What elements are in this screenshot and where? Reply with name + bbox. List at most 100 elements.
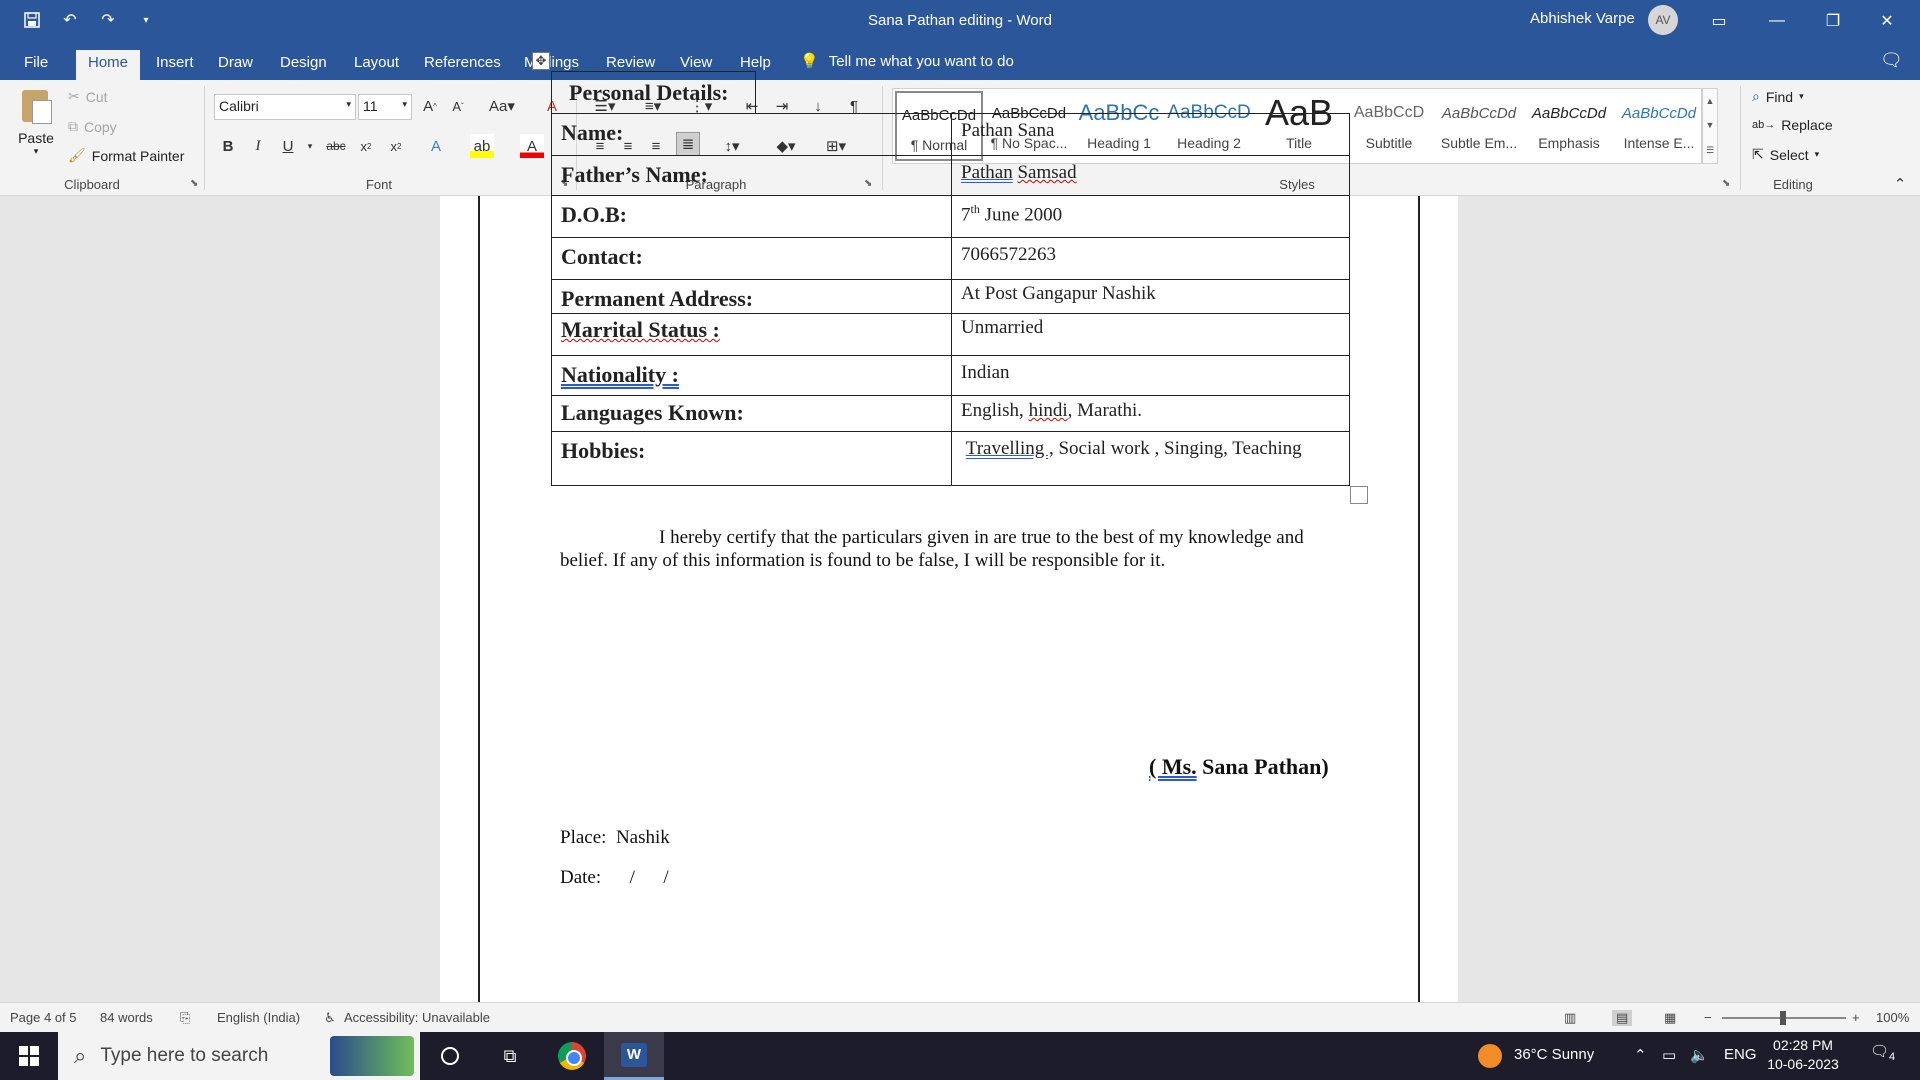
paste-button[interactable]: Paste ▾	[14, 86, 58, 157]
more-styles-icon[interactable]: ☰	[1706, 145, 1714, 156]
restore-icon[interactable]: ❐	[1808, 0, 1858, 42]
value-part: hindi	[1028, 400, 1068, 421]
format-painter-label: Format Painter	[91, 147, 185, 164]
tab-layout[interactable]: Layout	[342, 50, 411, 80]
replace-button[interactable]: ab→ Replace	[1752, 117, 1833, 133]
value-part: , Marathi.	[1067, 400, 1143, 421]
style-name: Subtitle	[1365, 135, 1413, 151]
select-button[interactable]: ⇱ Select ▾	[1752, 146, 1819, 163]
language-status[interactable]: English (India)	[217, 1010, 300, 1025]
row-label: Languages Known:	[551, 395, 952, 432]
read-mode-icon[interactable]: ▥	[1564, 1010, 1576, 1026]
zoom-level[interactable]: 100%	[1876, 1010, 1909, 1025]
chrome-taskbar-icon[interactable]	[542, 1032, 602, 1080]
battery-icon[interactable]: ▭	[1662, 1046, 1676, 1064]
paste-dropdown-icon[interactable]: ▾	[14, 146, 58, 157]
style-emphasis[interactable]: AaBbCcDd Emphasis	[1525, 91, 1613, 161]
section-heading: Personal Details:	[551, 71, 756, 113]
row-value: Indian	[951, 355, 1350, 396]
copy-button[interactable]: ⧉ Copy	[68, 118, 117, 135]
change-case-icon[interactable]: Aa▾	[484, 94, 520, 118]
font-name-dropdown[interactable]: Calibri ▾	[214, 94, 356, 120]
styles-gallery-scroll[interactable]: ▲ ▼ ☰	[1702, 88, 1718, 164]
proofing-icon[interactable]: ⎘	[180, 1010, 190, 1026]
weather-text[interactable]: 36°C Sunny	[1514, 1046, 1594, 1063]
system-clock[interactable]: 02:28 PM 10-06-2023	[1762, 1036, 1844, 1074]
style-intense-emphasis[interactable]: AaBbCcDd Intense E...	[1615, 91, 1703, 161]
multitask-icon[interactable]: ⧉	[480, 1032, 540, 1080]
underline-dropdown-icon[interactable]: ▾	[298, 134, 322, 158]
chevron-down-icon[interactable]: ▼	[1706, 120, 1715, 130]
replace-icon: ab→	[1752, 119, 1776, 131]
date-label: Date:	[560, 867, 602, 888]
zoom-in-icon[interactable]: +	[1852, 1010, 1860, 1025]
tab-references[interactable]: References	[412, 50, 513, 80]
chevron-up-icon[interactable]: ⌃	[1634, 1046, 1647, 1064]
find-button[interactable]: ⌕ Find ▾	[1752, 88, 1804, 105]
subscript-icon[interactable]: x2	[354, 134, 378, 158]
table-row: Hobbies: Travelling , Social work , Sing…	[551, 431, 1350, 486]
chevron-up-icon[interactable]: ▲	[1706, 96, 1715, 106]
underline-icon[interactable]: U	[276, 134, 300, 158]
minimize-icon[interactable]: —	[1752, 0, 1802, 42]
word-count[interactable]: 84 words	[100, 1010, 153, 1025]
styles-launcher-icon[interactable]: ⬊	[1722, 178, 1730, 189]
style-subtle-emphasis[interactable]: AaBbCcDd Subtle Em...	[1435, 91, 1523, 161]
tab-draw[interactable]: Draw	[206, 50, 265, 80]
print-layout-icon[interactable]: ▤	[1612, 1010, 1633, 1026]
zoom-out-icon[interactable]: −	[1704, 1010, 1712, 1025]
strikethrough-icon[interactable]: abc	[324, 134, 348, 158]
tab-file[interactable]: File	[12, 50, 60, 80]
comments-icon[interactable]: 🗨	[1880, 50, 1903, 71]
clock-date: 10-06-2023	[1767, 1056, 1839, 1072]
format-painter-button[interactable]: 🖌 Format Painter	[68, 147, 184, 164]
label-text: Nationality :	[561, 362, 679, 387]
signature-part: Sana Pathan)	[1196, 754, 1329, 779]
notifications-icon[interactable]: 🗨4	[1870, 1042, 1895, 1063]
group-divider	[204, 86, 205, 190]
table-move-handle-icon[interactable]: ✥	[532, 52, 550, 70]
collapse-ribbon-icon[interactable]: ⌃	[1888, 172, 1912, 196]
font-color-icon[interactable]: A	[520, 134, 544, 158]
tab-home[interactable]: Home	[76, 50, 141, 80]
tab-insert[interactable]: Insert	[144, 50, 206, 80]
account-name[interactable]: Abhishek Varpe	[1530, 10, 1635, 27]
ribbon-display-options-icon[interactable]: ▭	[1694, 0, 1744, 42]
clipboard-launcher-icon[interactable]: ⬊	[190, 178, 198, 189]
speaker-icon[interactable]: 🔈	[1690, 1046, 1709, 1064]
row-value: At Post Gangapur Nashik	[951, 279, 1350, 314]
text-effects-icon[interactable]: A	[424, 134, 448, 158]
task-view-icon[interactable]	[420, 1032, 480, 1080]
input-language[interactable]: ENG	[1724, 1046, 1757, 1063]
grow-font-icon[interactable]: A ^	[418, 94, 442, 118]
weather-icon[interactable]	[1478, 1044, 1502, 1068]
taskbar-search[interactable]: ⌕ Type here to search	[58, 1032, 420, 1080]
style-sample: AaBbCcDd	[1621, 104, 1697, 122]
font-size-value: 11	[363, 98, 378, 114]
search-highlight-icon	[330, 1036, 414, 1076]
page-count[interactable]: Page 4 of 5	[10, 1010, 77, 1025]
zoom-slider-thumb[interactable]	[1780, 1011, 1786, 1025]
accessibility-status[interactable]: Accessibility: Unavailable	[344, 1010, 490, 1025]
shrink-font-icon[interactable]: Aˇ	[446, 94, 470, 118]
close-icon[interactable]: ✕	[1862, 0, 1912, 42]
superscript-icon[interactable]: x2	[384, 134, 408, 158]
tell-me-search[interactable]: 💡 Tell me what you want to do	[800, 52, 1014, 71]
start-button[interactable]	[0, 1032, 58, 1080]
table-resize-handle[interactable]	[1350, 486, 1368, 504]
lightbulb-icon: 💡	[800, 53, 819, 70]
highlight-color-icon[interactable]: ab	[470, 134, 494, 158]
avatar[interactable]: AV	[1648, 5, 1678, 35]
tab-design[interactable]: Design	[268, 50, 339, 80]
web-layout-icon[interactable]: ▦	[1664, 1010, 1676, 1026]
cut-button[interactable]: ✂ Cut	[68, 88, 108, 105]
italic-icon[interactable]: I	[246, 134, 270, 158]
bold-icon[interactable]: B	[216, 134, 240, 158]
certification-paragraph: I hereby certify that the particulars gi…	[560, 527, 1304, 571]
font-size-dropdown[interactable]: 11 ▾	[358, 94, 412, 120]
chevron-down-icon: ▾	[1799, 91, 1804, 101]
style-name: Intense E...	[1623, 135, 1695, 151]
place-line: Place: Nashik	[560, 827, 670, 849]
word-taskbar-icon[interactable]: W	[604, 1032, 664, 1080]
style-subtitle[interactable]: AaBbCcD Subtitle	[1345, 91, 1433, 161]
